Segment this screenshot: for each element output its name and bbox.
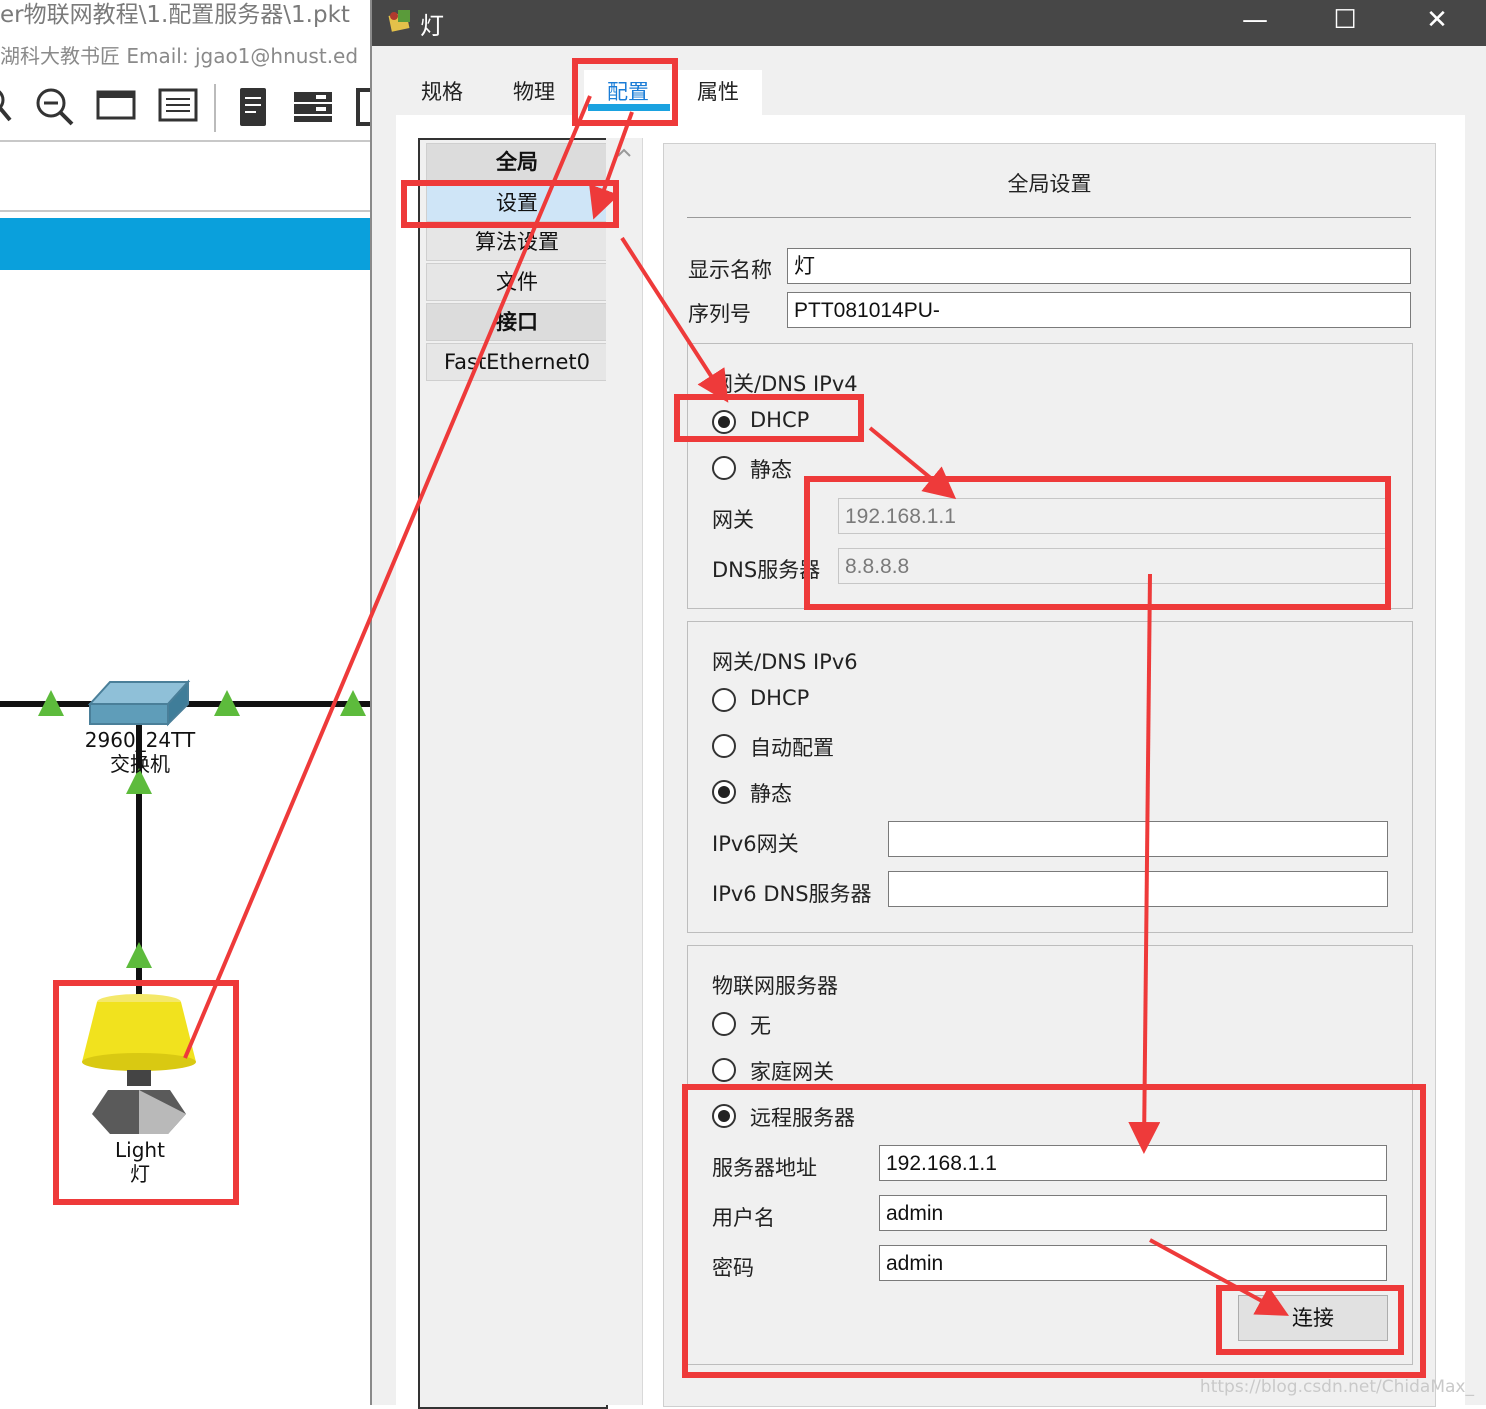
minimize-button[interactable]: — [1210,0,1300,46]
nav-global[interactable]: 全局 [426,143,608,181]
server-address-field[interactable]: 192.168.1.1 [879,1145,1387,1181]
ipv6-auto-label: 自动配置 [750,736,834,760]
ipv4-static-label: 静态 [750,458,792,482]
password-label: 密码 [712,1256,754,1280]
ipv6-group: 网关/DNS IPv6 DHCP 自动配置 静态 IPv6网关 IPv6 DNS… [687,621,1413,933]
close-button[interactable]: ✕ [1392,0,1482,46]
ipv6-auto-radio[interactable] [712,734,736,758]
ipv6-static-label: 静态 [750,782,792,806]
connect-button[interactable]: 连接 [1238,1295,1388,1341]
ipv4-group: 网关/DNS IPv4 DHCP 静态 网关 192.168.1.1 DNS服务… [687,343,1413,609]
light-name-label: Light [115,1138,165,1162]
global-settings-panel: 全局设置 显示名称 灯 序列号 PTT081014PU- 网关/DNS IPv4… [663,143,1436,1407]
ipv4-dns-field[interactable]: 8.8.8.8 [838,548,1386,584]
iot-home-gateway-label: 家庭网关 [750,1060,834,1084]
ipv6-dns-field[interactable] [888,871,1388,907]
iot-none-radio[interactable] [712,1012,736,1036]
ipv6-gateway-label: IPv6网关 [712,832,799,856]
display-name-field[interactable]: 灯 [787,248,1411,284]
ipv4-gateway-field[interactable]: 192.168.1.1 [838,498,1386,534]
ipv6-group-title: 网关/DNS IPv6 [712,650,858,674]
topology-canvas [0,679,370,1134]
username-field[interactable]: admin [879,1195,1387,1231]
ipv6-gateway-field[interactable] [888,821,1388,857]
serial-field[interactable]: PTT081014PU- [787,292,1411,328]
ipv6-dhcp-label: DHCP [750,686,810,710]
display-name-label: 显示名称 [688,258,772,282]
nav-files[interactable]: 文件 [426,263,608,301]
ipv4-static-radio[interactable] [712,456,736,480]
switch-model-label: 2960_24TT [84,728,196,752]
dialog-titlebar: 灯 — ☐ ✕ [372,0,1486,46]
server-address-label: 服务器地址 [712,1156,817,1180]
config-nav-list: 全局 设置 算法设置 文件 接口 FastEthernet0 [418,138,608,1409]
switch-icon [87,679,191,727]
iot-server-group: 物联网服务器 无 家庭网关 远程服务器 服务器地址 192.168.1.1 用户… [687,945,1413,1365]
device-config-dialog: 灯 — ☐ ✕ 规格 物理 配置 属性 全局 设置 算法设置 文件 接口 Fas… [370,0,1486,1409]
watermark: https://blog.csdn.net/ChidaMax_ [1199,1377,1474,1397]
iot-none-label: 无 [750,1014,771,1038]
switch-type-label: 交换机 [110,752,170,776]
ipv6-static-radio[interactable] [712,780,736,804]
link-up-triangle-icon [126,942,152,968]
serial-label: 序列号 [688,302,751,326]
iot-remote-server-radio[interactable] [712,1104,736,1128]
ipv4-group-title: 网关/DNS IPv4 [712,372,858,396]
lamp-icon [82,994,196,1134]
nav-interfaces[interactable]: 接口 [426,303,608,341]
iot-remote-server-label: 远程服务器 [750,1106,855,1130]
nav-fastethernet0[interactable]: FastEthernet0 [426,343,608,381]
iot-home-gateway-radio[interactable] [712,1058,736,1082]
tab-spec[interactable]: 规格 [402,70,482,116]
tab-attributes[interactable]: 属性 [674,70,762,116]
dialog-title: 灯 [420,12,444,40]
ipv4-gateway-label: 网关 [712,508,754,532]
ipv4-dhcp-label: DHCP [750,408,810,432]
light-cn-label: 灯 [130,1162,150,1186]
ipv4-dns-label: DNS服务器 [712,558,821,582]
ipv6-dns-label: IPv6 DNS服务器 [712,882,872,906]
background-app-window: er物联网教程\1.配置服务器\1.pkt 湖科大教书匠 Email: jgao… [0,0,370,1405]
scroll-up-icon[interactable] [616,146,632,158]
iot-group-title: 物联网服务器 [712,974,838,998]
ipv4-dhcp-radio[interactable] [712,410,736,434]
password-field[interactable]: admin [879,1245,1387,1281]
panel-divider [687,217,1411,218]
nav-algorithm-settings[interactable]: 算法设置 [426,223,608,261]
tab-physical[interactable]: 物理 [494,70,574,116]
app-icon [388,10,410,32]
ipv6-dhcp-radio[interactable] [712,688,736,712]
panel-title: 全局设置 [1007,172,1092,196]
nav-settings[interactable]: 设置 [426,184,608,222]
maximize-button[interactable]: ☐ [1300,0,1390,46]
active-tab-indicator [588,104,670,111]
nav-scrollbar[interactable] [606,138,643,1405]
username-label: 用户名 [712,1206,775,1230]
